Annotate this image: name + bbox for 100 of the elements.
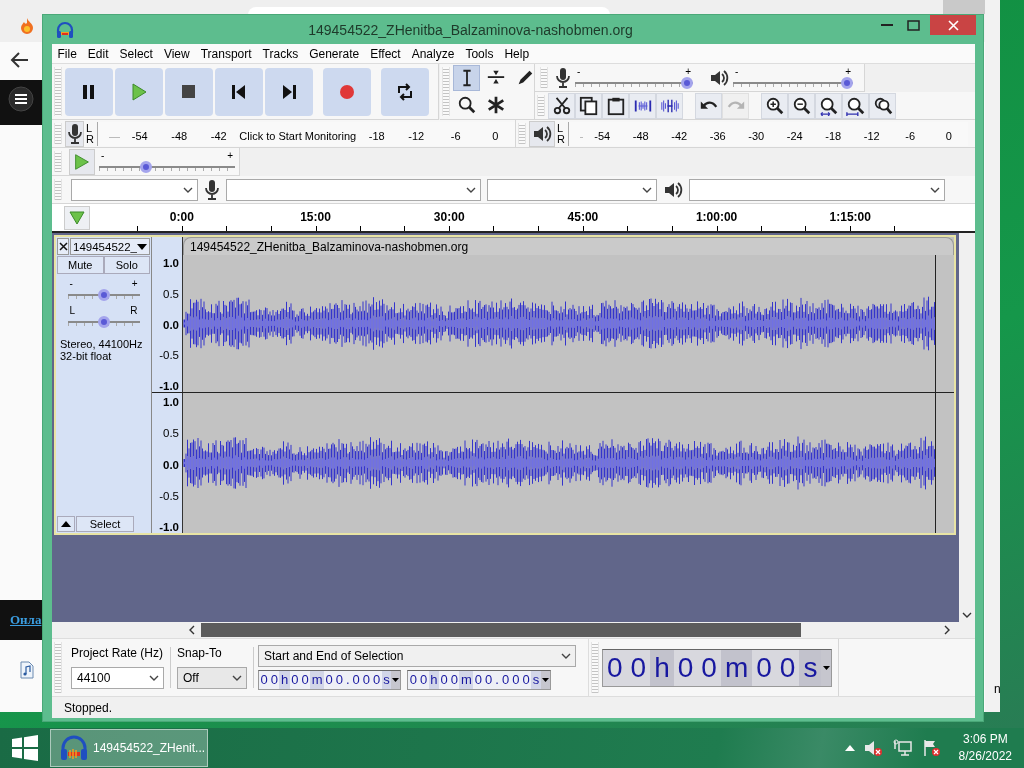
chevron-left-icon[interactable] (188, 625, 196, 635)
amplitude-label: -0.5 (159, 489, 179, 502)
fit-selection-button[interactable] (815, 92, 842, 119)
menu-item[interactable]: Analyze (406, 46, 460, 61)
slider-min-label: - (577, 66, 581, 77)
playback-meter-button[interactable] (529, 120, 555, 147)
channel-label: L (557, 122, 565, 134)
slider-thumb[interactable] (97, 289, 110, 301)
flame-icon[interactable] (19, 17, 35, 35)
timeline-ruler[interactable]: 0:00 15:00 30:00 45:00 1:00:00 1:15:00 (52, 204, 975, 233)
headphones-icon (59, 734, 89, 762)
timeline-play-button[interactable] (64, 205, 90, 230)
meter-tick-label: -54 (120, 129, 160, 143)
audio-file-icon[interactable] (20, 661, 34, 679)
level-meter[interactable]: -54 -48 -42 Click to Start Monitoring -18 -12 -6 0 (97, 121, 515, 146)
copy-button[interactable] (575, 92, 602, 119)
page-link[interactable]: Онла (10, 612, 42, 628)
menu-item[interactable]: File (52, 46, 83, 61)
menu-item[interactable]: Effect (364, 46, 407, 61)
amplitude-label: 0.5 (163, 427, 179, 440)
slider-max-label: + (685, 66, 691, 77)
zoom-in-button[interactable] (761, 92, 788, 119)
copy-icon (578, 95, 599, 116)
toolbar-grip[interactable] (54, 179, 62, 200)
close-track-button[interactable] (57, 238, 70, 255)
menu-item[interactable]: Select (114, 46, 159, 61)
track-toggle-button[interactable]: Solo (103, 256, 150, 274)
selection-tool-button[interactable] (453, 65, 480, 91)
menu-item[interactable]: Edit (82, 46, 115, 61)
toolbar-grip[interactable] (518, 123, 526, 144)
skip-to-start-button[interactable] (215, 67, 263, 116)
slider-thumb[interactable] (841, 76, 853, 89)
toolbar-grip[interactable] (54, 151, 62, 172)
menu-item[interactable]: Tracks (257, 46, 304, 61)
horizontal-scrollbar-thumb[interactable] (201, 623, 801, 637)
speaker-icon (663, 179, 683, 200)
menu-icon[interactable] (8, 86, 34, 112)
menu-item[interactable]: View (158, 46, 196, 61)
pause-button[interactable] (65, 67, 113, 116)
trim-button[interactable] (629, 92, 656, 119)
paste-button[interactable] (602, 92, 629, 119)
back-arrow-icon[interactable] (10, 51, 30, 69)
toolbar-grip[interactable] (54, 123, 62, 144)
start-icon[interactable] (12, 735, 38, 761)
clock-time[interactable]: 3:06 PM (962, 731, 1008, 748)
level-meter[interactable]: -54 -48 -42 -36 -30 -24 -18 -12 -6 0 (568, 121, 968, 146)
monitoring-prompt[interactable]: Click to Start Monitoring (238, 129, 357, 143)
clock-date[interactable]: 8/26/2022 (958, 748, 1012, 765)
track-name-menu[interactable]: 149454522_ (70, 238, 150, 255)
skip-to-end-button[interactable] (265, 67, 313, 116)
zoom-fit-project-icon (845, 95, 866, 116)
project-rate-dropdown[interactable]: 44100 (71, 666, 164, 689)
undo-button[interactable] (695, 92, 722, 119)
amplitude-label: 0.5 (163, 287, 179, 300)
slider-thumb[interactable] (139, 160, 152, 173)
toolbar-grip[interactable] (537, 95, 545, 116)
record-meter-button[interactable] (65, 120, 84, 147)
track-toggle-button[interactable]: Mute (57, 256, 104, 274)
network-icon[interactable] (892, 739, 913, 757)
toolbar-grip[interactable] (540, 67, 548, 88)
play-icon (72, 151, 92, 172)
stop-button[interactable] (165, 67, 213, 116)
select-button[interactable]: Select (76, 516, 134, 532)
chevron-down-icon (642, 186, 652, 193)
toolbar-grip[interactable] (54, 67, 62, 116)
maximize-icon[interactable] (906, 19, 920, 31)
toolbar-grip[interactable] (442, 67, 450, 116)
zoom-out-button[interactable] (788, 92, 815, 119)
silence-button[interactable] (656, 92, 683, 119)
cut-button[interactable] (548, 92, 575, 119)
microphone-icon (204, 178, 220, 201)
collapse-button[interactable] (57, 516, 75, 532)
zoom-toggle-button[interactable] (869, 92, 896, 119)
clip-title[interactable]: 149454522_ZHenitba_Balzaminova-nashobmen.org (183, 237, 954, 255)
speaker-muted-icon[interactable] (863, 739, 884, 757)
loop-button[interactable] (381, 67, 429, 116)
chevron-down-icon (561, 652, 571, 659)
headphones-icon (55, 20, 75, 40)
menu-item[interactable]: Tools (459, 46, 499, 61)
chevron-up-icon[interactable] (844, 745, 855, 751)
triangle-up-icon (61, 521, 71, 527)
time-label: 15:00 (300, 210, 331, 224)
fit-project-button[interactable] (842, 92, 869, 119)
close-button[interactable] (930, 15, 976, 35)
toolbar-grip[interactable] (54, 642, 62, 693)
slider-min-label: L (69, 306, 76, 316)
slider-thumb[interactable] (97, 316, 110, 328)
toolbar-grip[interactable] (591, 642, 599, 693)
meter-tick-label: -30 (737, 129, 776, 143)
minimize-icon[interactable] (881, 23, 893, 27)
snap-to-dropdown[interactable]: Off (177, 666, 247, 689)
chevron-right-icon[interactable] (943, 625, 951, 635)
close-icon (947, 19, 959, 31)
selection-mode-dropdown[interactable]: Start and End of Selection (258, 644, 576, 667)
flag-icon[interactable] (921, 739, 942, 757)
menu-item[interactable]: Help (498, 46, 535, 61)
record-button[interactable] (323, 67, 371, 116)
menu-item[interactable]: Generate (303, 46, 365, 61)
slider-thumb[interactable] (681, 76, 693, 89)
menu-item[interactable]: Transport (195, 46, 258, 61)
